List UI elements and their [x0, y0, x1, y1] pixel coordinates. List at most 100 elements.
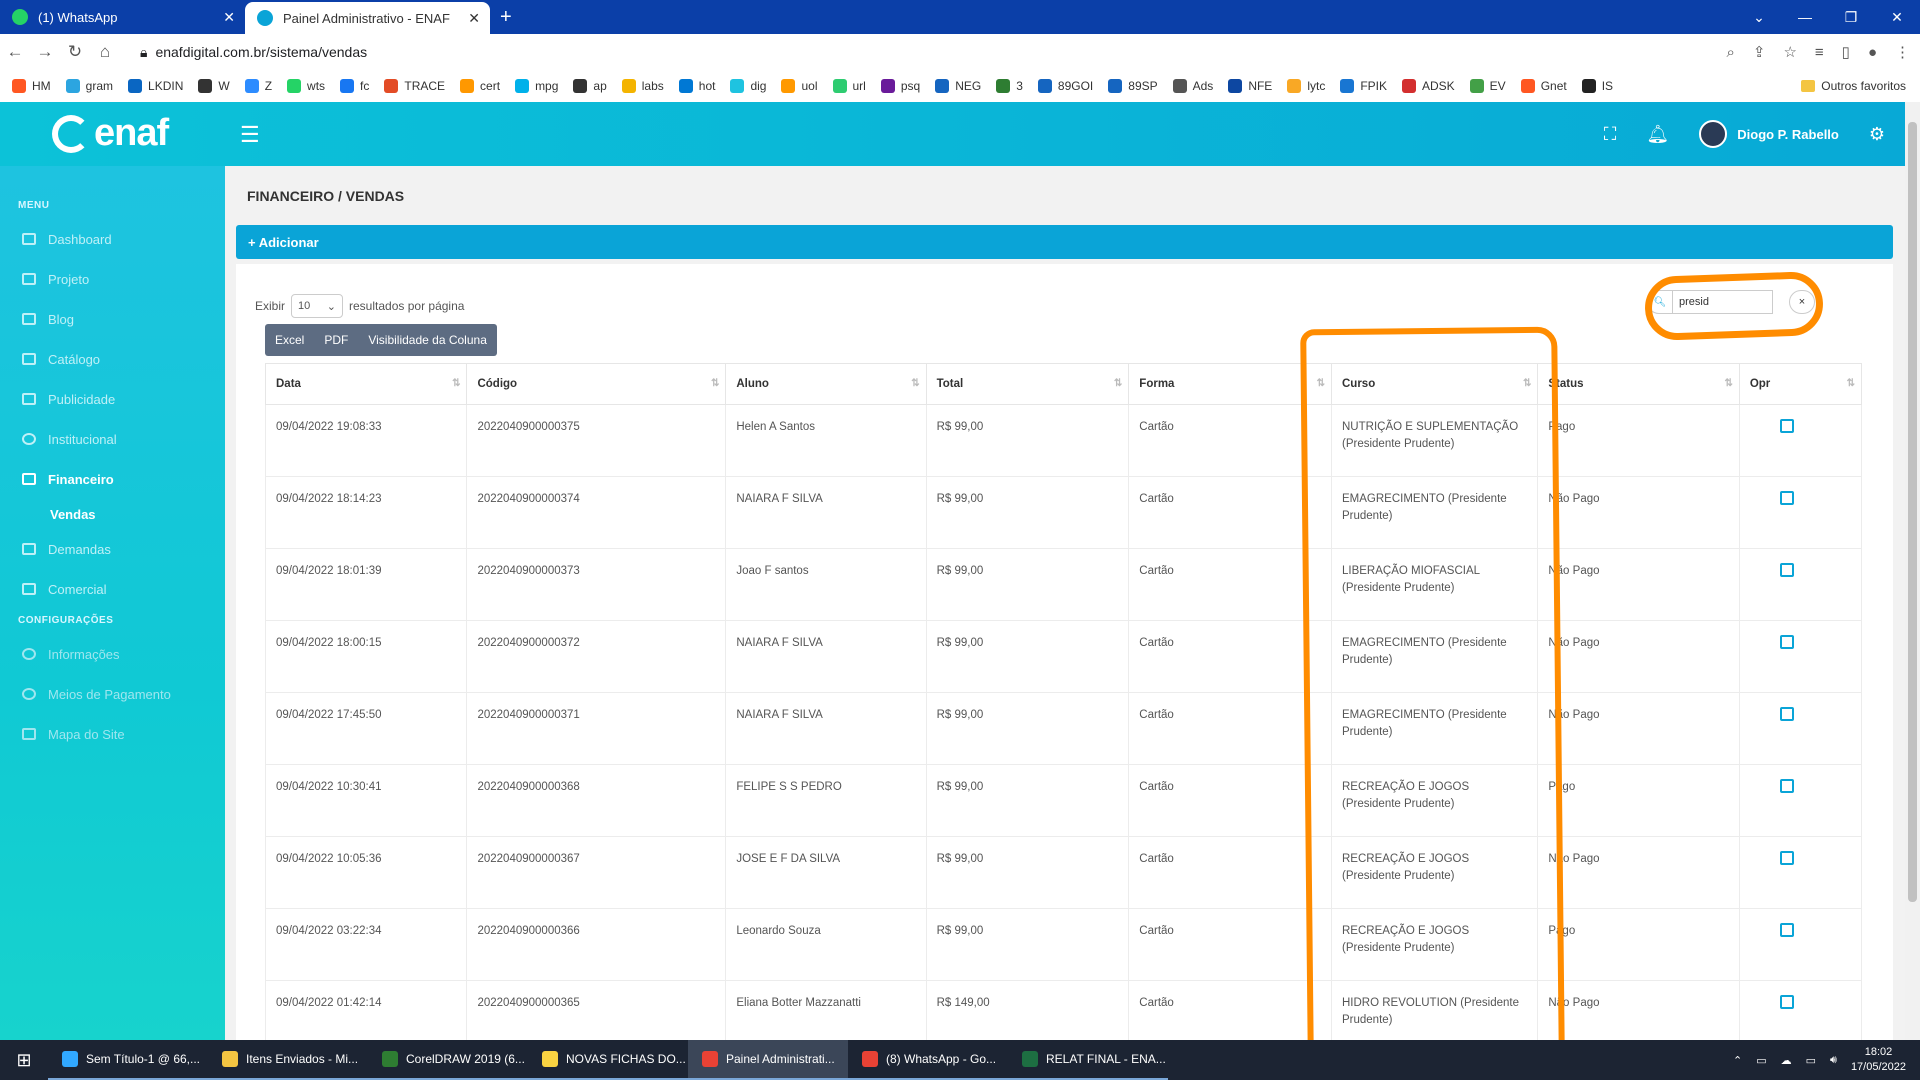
bookmark-item[interactable]: EV [1469, 79, 1506, 93]
sort-icon[interactable]: ⇅ [1114, 378, 1122, 389]
edit-icon[interactable] [1779, 491, 1794, 505]
bookmark-item[interactable]: 3 [996, 79, 1023, 93]
column-header[interactable]: Total ⇅ [925, 363, 1130, 405]
hamburger-menu-icon[interactable]: ☰ [240, 122, 260, 148]
bookmark-item[interactable]: LKDIN [128, 79, 183, 93]
taskbar-app[interactable]: CorelDRAW 2019 (6... [368, 1040, 528, 1080]
home-icon[interactable]: ⌂ [90, 42, 120, 62]
edit-icon[interactable] [1779, 995, 1794, 1009]
taskbar-app[interactable]: Sem Título-1 @ 66,... [48, 1040, 208, 1080]
sidebar-item-demandas[interactable]: Demandas [0, 529, 225, 569]
sort-icon[interactable]: ⇅ [452, 378, 460, 389]
sidebar-item-institucional[interactable]: Institucional [0, 419, 225, 459]
sort-icon[interactable]: ⇅ [911, 378, 919, 389]
pdf-button[interactable]: PDF [314, 324, 358, 356]
sidebar-item-projeto[interactable]: Projeto [0, 259, 225, 299]
sidebar-item-publicidade[interactable]: Publicidade [0, 379, 225, 419]
sidebar-icon[interactable]: ▯ [1842, 43, 1850, 61]
bookmark-item[interactable]: psq [880, 79, 920, 93]
minimize-button[interactable]: — [1782, 9, 1828, 25]
taskbar-app[interactable]: NOVAS FICHAS DO... [528, 1040, 688, 1080]
battery-icon[interactable]: ▭ [1756, 1054, 1766, 1067]
maximize-button[interactable]: ❐ [1828, 9, 1874, 26]
taskbar-app[interactable]: Painel Administrati... [688, 1040, 848, 1080]
bookmark-item[interactable]: lytc [1287, 79, 1325, 93]
sidebar-item-catalogo[interactable]: Catálogo [0, 339, 225, 379]
bookmark-item[interactable]: wts [287, 79, 325, 93]
bookmark-item[interactable]: cert [460, 79, 500, 93]
bookmark-item[interactable]: TRACE [384, 79, 445, 93]
back-icon[interactable]: ← [0, 42, 30, 62]
gear-icon[interactable]: ⚙ [1869, 124, 1885, 145]
enaf-logo[interactable]: enaf [52, 112, 169, 155]
bookmark-item[interactable]: mpg [515, 79, 558, 93]
close-icon[interactable]: ✕ [468, 10, 480, 27]
sidebar-item-comercial[interactable]: Comercial [0, 569, 225, 609]
column-header[interactable]: Opr ⇅ [1738, 363, 1863, 405]
column-header[interactable]: Aluno ⇅ [725, 363, 927, 405]
edit-icon[interactable] [1779, 779, 1794, 793]
column-header[interactable]: Data ⇅ [264, 363, 468, 405]
edit-icon[interactable] [1779, 635, 1794, 649]
bookmark-item[interactable]: HM [12, 79, 51, 93]
cloud-icon[interactable]: ☁ [1781, 1054, 1792, 1067]
sidebar-item-meios-pagamento[interactable]: Meios de Pagamento [0, 674, 225, 714]
add-button[interactable]: + Adicionar [236, 225, 1893, 259]
chevron-up-icon[interactable]: ⌃ [1733, 1054, 1742, 1067]
bookmark-item[interactable]: NFE [1228, 79, 1272, 93]
other-favorites[interactable]: Outros favoritos [1791, 70, 1906, 102]
sort-icon[interactable]: ⇅ [711, 378, 719, 389]
vertical-scrollbar[interactable] [1905, 102, 1920, 1040]
user-menu[interactable]: Diogo P. Rabello [1699, 120, 1839, 148]
forward-icon[interactable]: → [30, 42, 60, 62]
bell-icon[interactable]: 🔔︎ [1646, 124, 1669, 145]
bookmark-item[interactable]: url [832, 79, 866, 93]
edit-icon[interactable] [1779, 851, 1794, 865]
bookmark-item[interactable]: Gnet [1520, 79, 1567, 93]
column-header[interactable]: Status ⇅ [1537, 363, 1740, 405]
sidebar-subitem-vendas[interactable]: Vendas [0, 499, 225, 529]
edit-icon[interactable] [1779, 707, 1794, 721]
clock[interactable]: 18:02 17/05/2022 [1851, 1045, 1906, 1075]
tab-painel[interactable]: Painel Administrativo - ENAF ✕ [245, 2, 490, 34]
windows-start-icon[interactable]: ⊞ [0, 1050, 48, 1071]
column-header[interactable]: Código ⇅ [466, 363, 727, 405]
bookmark-item[interactable]: FPIK [1340, 79, 1387, 93]
share-icon[interactable]: ⇪ [1753, 43, 1766, 61]
bookmark-item[interactable]: gram [65, 79, 113, 93]
bookmark-item[interactable]: fc [340, 79, 369, 93]
reading-list-icon[interactable]: ≡ [1815, 44, 1824, 61]
sort-icon[interactable]: ⇅ [1724, 378, 1732, 389]
menu-icon[interactable]: ⋮ [1895, 43, 1910, 61]
taskbar-app[interactable]: (8) WhatsApp - Go... [848, 1040, 1008, 1080]
reload-icon[interactable]: ↻ [60, 42, 90, 62]
scrollbar-thumb[interactable] [1908, 122, 1917, 902]
close-window-button[interactable]: ✕ [1874, 9, 1920, 26]
sort-icon[interactable]: ⇅ [1847, 378, 1855, 389]
fullscreen-icon[interactable]: ⛶ [1604, 124, 1617, 145]
bookmark-item[interactable]: hot [678, 79, 715, 93]
bookmark-item[interactable]: dig [730, 79, 766, 93]
close-icon[interactable]: ✕ [223, 9, 235, 26]
network-icon[interactable]: ▭ [1806, 1054, 1816, 1067]
taskbar-app[interactable]: Itens Enviados - Mi... [208, 1040, 368, 1080]
sidebar-item-mapa-site[interactable]: Mapa do Site [0, 714, 225, 754]
edit-icon[interactable] [1779, 923, 1794, 937]
zoom-icon[interactable]: ⌕ [1726, 44, 1734, 61]
column-visibility-button[interactable]: Visibilidade da Coluna [358, 324, 497, 356]
bookmark-item[interactable]: labs [621, 79, 664, 93]
excel-button[interactable]: Excel [265, 324, 314, 356]
bookmark-item[interactable]: W [198, 79, 230, 93]
bookmark-item[interactable]: Ads [1172, 79, 1213, 93]
star-icon[interactable]: ☆ [1783, 43, 1796, 61]
url-bar[interactable]: 🔒︎ enafdigital.com.br/sistema/vendas [140, 44, 367, 61]
bookmark-item[interactable]: uol [781, 79, 818, 93]
bookmark-item[interactable]: 89GOI [1037, 79, 1093, 93]
sidebar-item-blog[interactable]: Blog [0, 299, 225, 339]
page-size-select[interactable]: 10 ⌄ [291, 294, 344, 318]
bookmark-item[interactable]: Z [244, 79, 272, 93]
profile-icon[interactable]: ● [1868, 44, 1877, 61]
bookmark-item[interactable]: IS [1581, 79, 1613, 93]
bookmark-item[interactable]: 89SP [1108, 79, 1158, 93]
tab-whatsapp[interactable]: (1) WhatsApp ✕ [0, 0, 245, 34]
